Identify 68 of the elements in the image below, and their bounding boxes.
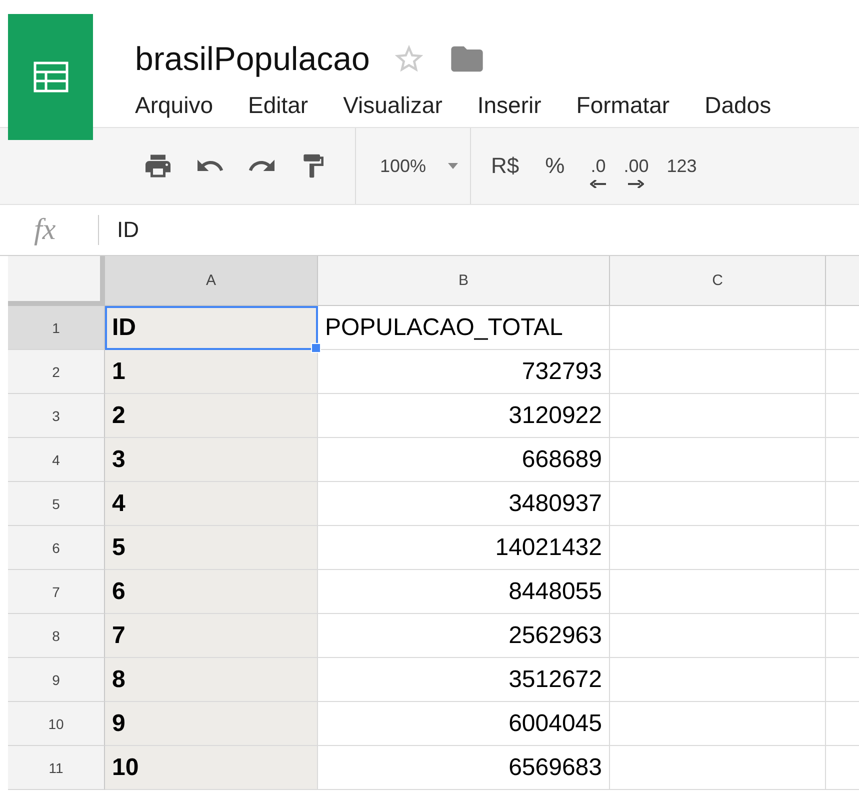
table-cell[interactable]: 3120922 [318, 394, 610, 438]
table-cell[interactable]: 8448055 [318, 570, 610, 614]
table-cell[interactable]: ID [105, 306, 318, 350]
select-all-corner[interactable] [8, 256, 105, 306]
table-cell[interactable]: 5 [105, 526, 318, 570]
table-cell[interactable]: 3512672 [318, 658, 610, 702]
arrow-right-icon [628, 180, 644, 188]
table-cell[interactable] [610, 526, 826, 570]
fill-handle[interactable] [311, 343, 321, 353]
format-button[interactable]: .00 [624, 144, 649, 188]
format-button[interactable]: .0 [590, 144, 606, 188]
row-header[interactable]: 9 [8, 658, 105, 702]
table-cell[interactable]: 10 [105, 746, 318, 790]
table-cell[interactable]: 668689 [318, 438, 610, 482]
menu-item[interactable]: Dados [704, 92, 772, 119]
zoom-dropdown[interactable]: 100% [376, 156, 464, 176]
column-header[interactable]: B [318, 256, 610, 306]
caret-icon [448, 163, 458, 169]
table-cell[interactable]: 8 [105, 658, 318, 702]
row-header[interactable]: 3 [8, 394, 105, 438]
table-cell[interactable]: 6004045 [318, 702, 610, 746]
table-cell[interactable]: 6569683 [318, 746, 610, 790]
table-cell[interactable] [610, 306, 826, 350]
row-header[interactable]: 5 [8, 482, 105, 526]
menu-item[interactable]: Inserir [477, 92, 542, 119]
row-header[interactable]: 4 [8, 438, 105, 482]
table-cell[interactable] [610, 350, 826, 394]
format-button[interactable]: % [545, 144, 565, 188]
table-cell[interactable] [610, 482, 826, 526]
menu-item[interactable]: Formatar [576, 92, 670, 119]
menu-item[interactable]: Editar [248, 92, 308, 119]
menu-item[interactable]: Arquivo [135, 92, 213, 119]
table-cell[interactable]: 4 [105, 482, 318, 526]
table-cell[interactable]: 14021432 [318, 526, 610, 570]
row-header[interactable]: 10 [8, 702, 105, 746]
table-cell[interactable] [610, 614, 826, 658]
menu-item[interactable]: Visualizar [343, 92, 442, 119]
row-header[interactable]: 11 [8, 746, 105, 790]
column-header[interactable]: A [105, 256, 318, 306]
sheets-logo-icon[interactable] [8, 14, 93, 140]
table-cell[interactable]: 1 [105, 350, 318, 394]
row-header[interactable]: 2 [8, 350, 105, 394]
table-cell[interactable] [610, 438, 826, 482]
arrow-left-icon [590, 180, 606, 188]
row-header[interactable]: 1 [8, 306, 105, 350]
table-cell[interactable]: 3480937 [318, 482, 610, 526]
row-header[interactable]: 6 [8, 526, 105, 570]
row-header[interactable]: 8 [8, 614, 105, 658]
table-cell[interactable]: 6 [105, 570, 318, 614]
table-cell[interactable]: 7 [105, 614, 318, 658]
table-cell[interactable]: POPULACAO_TOTAL [318, 306, 610, 350]
table-cell[interactable] [610, 570, 826, 614]
table-cell[interactable]: 732793 [318, 350, 610, 394]
document-title[interactable]: brasilPopulacao [135, 40, 370, 78]
format-button[interactable]: R$ [491, 144, 520, 188]
table-cell[interactable] [610, 658, 826, 702]
formula-label: fx [34, 213, 57, 247]
table-cell[interactable]: 9 [105, 702, 318, 746]
column-header[interactable]: C [610, 256, 826, 306]
format-button[interactable]: 123 [666, 144, 697, 188]
table-cell[interactable] [610, 702, 826, 746]
table-cell[interactable] [610, 746, 826, 790]
formula-field[interactable]: ID [117, 217, 139, 243]
table-cell[interactable]: 2 [105, 394, 318, 438]
table-cell[interactable]: 2562963 [318, 614, 610, 658]
table-cell[interactable]: 3 [105, 438, 318, 482]
table-cell[interactable] [610, 394, 826, 438]
row-header[interactable]: 7 [8, 570, 105, 614]
